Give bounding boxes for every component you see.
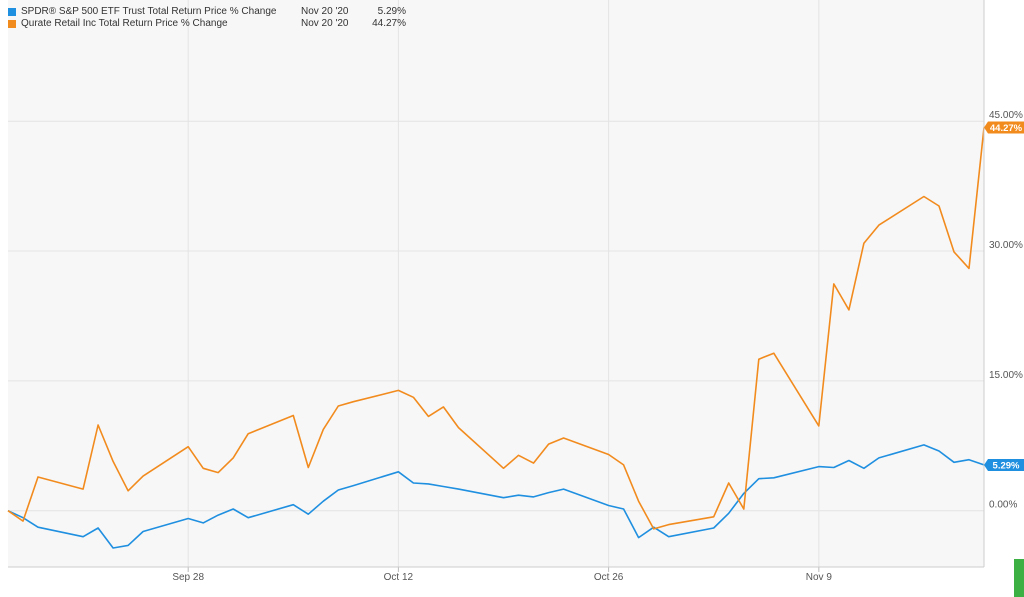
end-value-label: 5.29% [993, 460, 1020, 471]
end-value-labels: 5.29% 44.27% [984, 121, 1024, 471]
legend-series-name: SPDR® S&P 500 ETF Trust Total Return Pri… [21, 6, 277, 17]
legend-swatch-spy [8, 8, 16, 16]
legend-row-qrte: Qurate Retail Inc Total Return Price % C… [8, 18, 406, 30]
legend-row-spy: SPDR® S&P 500 ETF Trust Total Return Pri… [8, 6, 406, 18]
legend-date: Nov 20 '20 [301, 18, 349, 29]
legend-value: 5.29% [377, 6, 406, 17]
legend-value: 44.27% [372, 18, 406, 29]
y-tick-label: 0.00% [989, 500, 1017, 511]
y-tick-label: 45.00% [989, 110, 1023, 121]
x-tick-label: Sep 28 [172, 572, 204, 583]
legend: SPDR® S&P 500 ETF Trust Total Return Pri… [8, 6, 406, 30]
y-tick-label: 30.00% [989, 240, 1023, 251]
x-tick-label: Oct 26 [594, 572, 624, 583]
legend-series-name: Qurate Retail Inc Total Return Price % C… [21, 18, 228, 29]
line-chart: 0.00% 15.00% 30.00% 45.00% Sep 28 Oct 12 Oct 2… [7, 0, 1024, 583]
plot-area [8, 0, 984, 567]
x-tick-label: Nov 9 [806, 572, 833, 583]
x-tick-label: Oct 12 [384, 572, 414, 583]
legend-swatch-qrte [8, 20, 16, 28]
y-tick-label: 15.00% [989, 370, 1023, 381]
end-value-label: 44.27% [990, 123, 1023, 134]
legend-date: Nov 20 '20 [301, 6, 349, 17]
feedback-tab[interactable] [1014, 559, 1024, 597]
